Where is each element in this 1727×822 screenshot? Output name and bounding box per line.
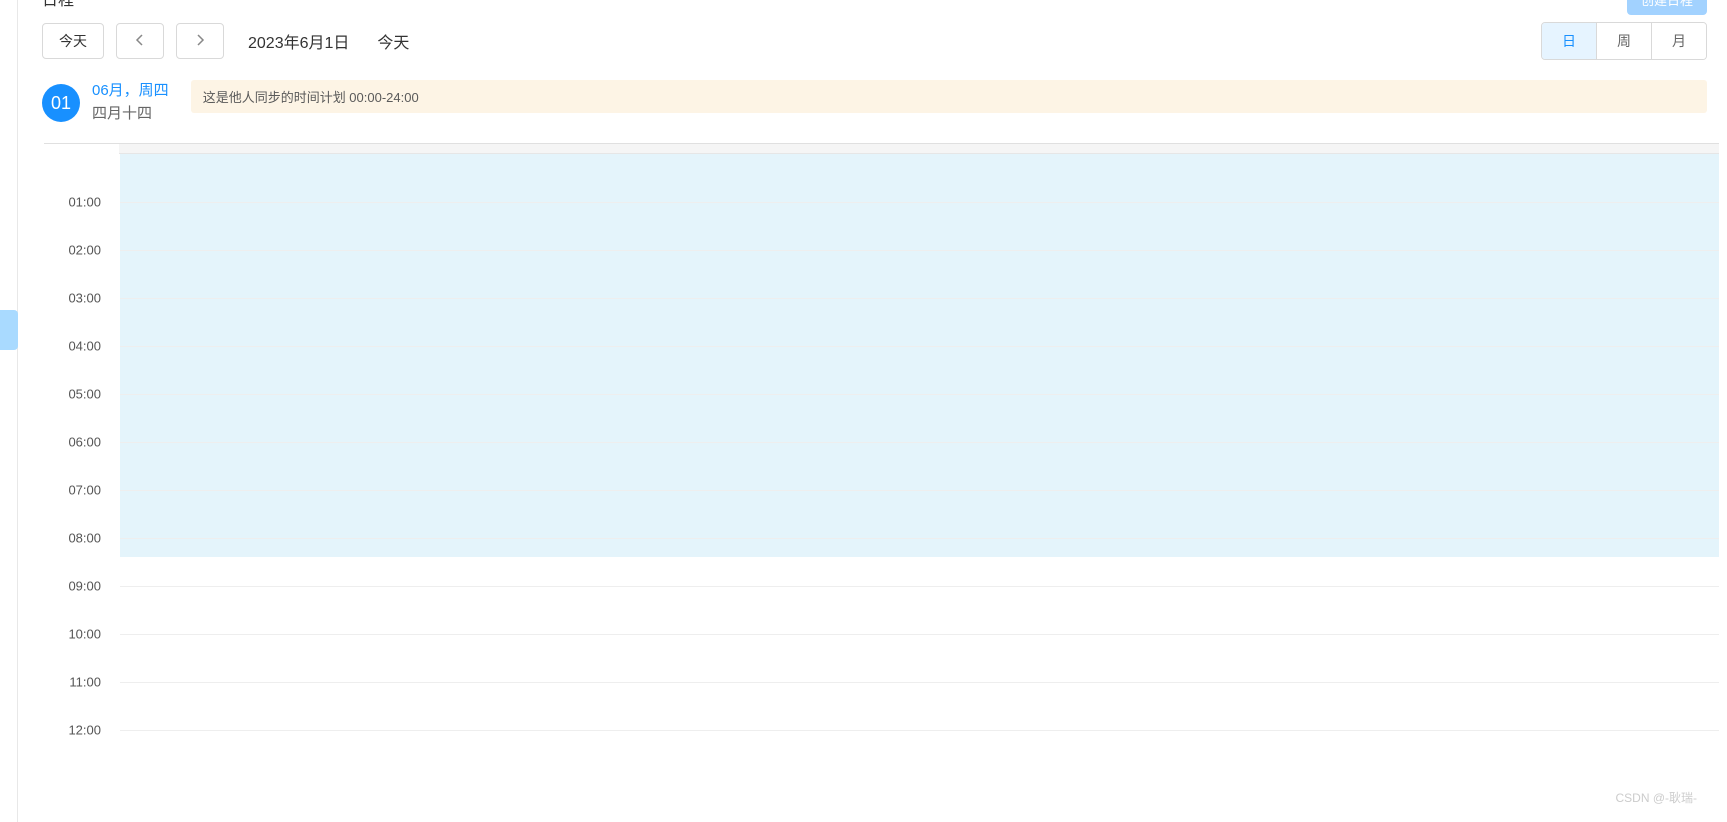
create-schedule-button[interactable]: 创建日程 <box>1627 0 1707 15</box>
time-label: 10:00 <box>68 627 101 642</box>
time-label: 05:00 <box>68 387 101 402</box>
time-label: 02:00 <box>68 243 101 258</box>
sidebar-placeholder <box>0 0 18 822</box>
hour-line <box>120 538 1719 539</box>
day-header: 01 06月，周四 四月十四 这是他人同步的时间计划 00:00-24:00 <box>36 74 1727 137</box>
highlight-range <box>120 154 1719 557</box>
hour-line <box>120 346 1719 347</box>
hour-line <box>120 394 1719 395</box>
chevron-left-icon <box>135 33 145 49</box>
time-label: 04:00 <box>68 339 101 354</box>
allday-event[interactable]: 这是他人同步的时间计划 00:00-24:00 <box>191 80 1707 113</box>
time-label: 06:00 <box>68 435 101 450</box>
time-label: 08:00 <box>68 531 101 546</box>
view-month-button[interactable]: 月 <box>1652 23 1706 59</box>
main-content: 日程 创建日程 今天 2023年6月1日 今天 <box>18 0 1727 822</box>
time-label: 01:00 <box>68 195 101 210</box>
date-badge: 01 <box>42 84 80 122</box>
prev-button[interactable] <box>116 23 164 59</box>
hour-line <box>120 442 1719 443</box>
today-button[interactable]: 今天 <box>42 23 104 59</box>
hour-line <box>120 586 1719 587</box>
next-button[interactable] <box>176 23 224 59</box>
hour-line <box>120 298 1719 299</box>
today-label: 今天 <box>377 29 409 53</box>
calendar-toolbar: 今天 2023年6月1日 今天 日 周 月 <box>36 8 1727 74</box>
page-title: 日程 <box>42 0 74 10</box>
sidebar-active-indicator <box>0 310 18 350</box>
hour-line <box>120 682 1719 683</box>
chevron-right-icon <box>195 33 205 49</box>
time-label: 07:00 <box>68 483 101 498</box>
time-label: 11:00 <box>69 675 101 690</box>
hour-line <box>120 490 1719 491</box>
view-switcher: 日 周 月 <box>1541 22 1707 60</box>
hour-line <box>120 634 1719 635</box>
hour-line <box>120 250 1719 251</box>
time-label: 12:00 <box>68 723 101 738</box>
time-label: 03:00 <box>68 291 101 306</box>
time-label: 09:00 <box>68 579 101 594</box>
current-date: 2023年6月1日 <box>248 29 349 53</box>
view-week-button[interactable]: 周 <box>1597 23 1652 59</box>
grid-header-strip <box>119 144 1719 154</box>
date-lunar: 四月十四 <box>92 103 169 126</box>
date-month-weekday: 06月，周四 <box>92 80 169 103</box>
hour-line <box>120 730 1719 731</box>
hour-line <box>120 202 1719 203</box>
view-day-button[interactable]: 日 <box>1542 23 1597 59</box>
time-grid-wrapper: 01:00 02:00 03:00 04:00 05:00 06:00 07:00 08:00… <box>44 143 1719 754</box>
time-grid-body[interactable] <box>119 154 1719 754</box>
time-labels-column: 01:00 02:00 03:00 04:00 05:00 06:00 07:00 08:00… <box>44 154 119 754</box>
